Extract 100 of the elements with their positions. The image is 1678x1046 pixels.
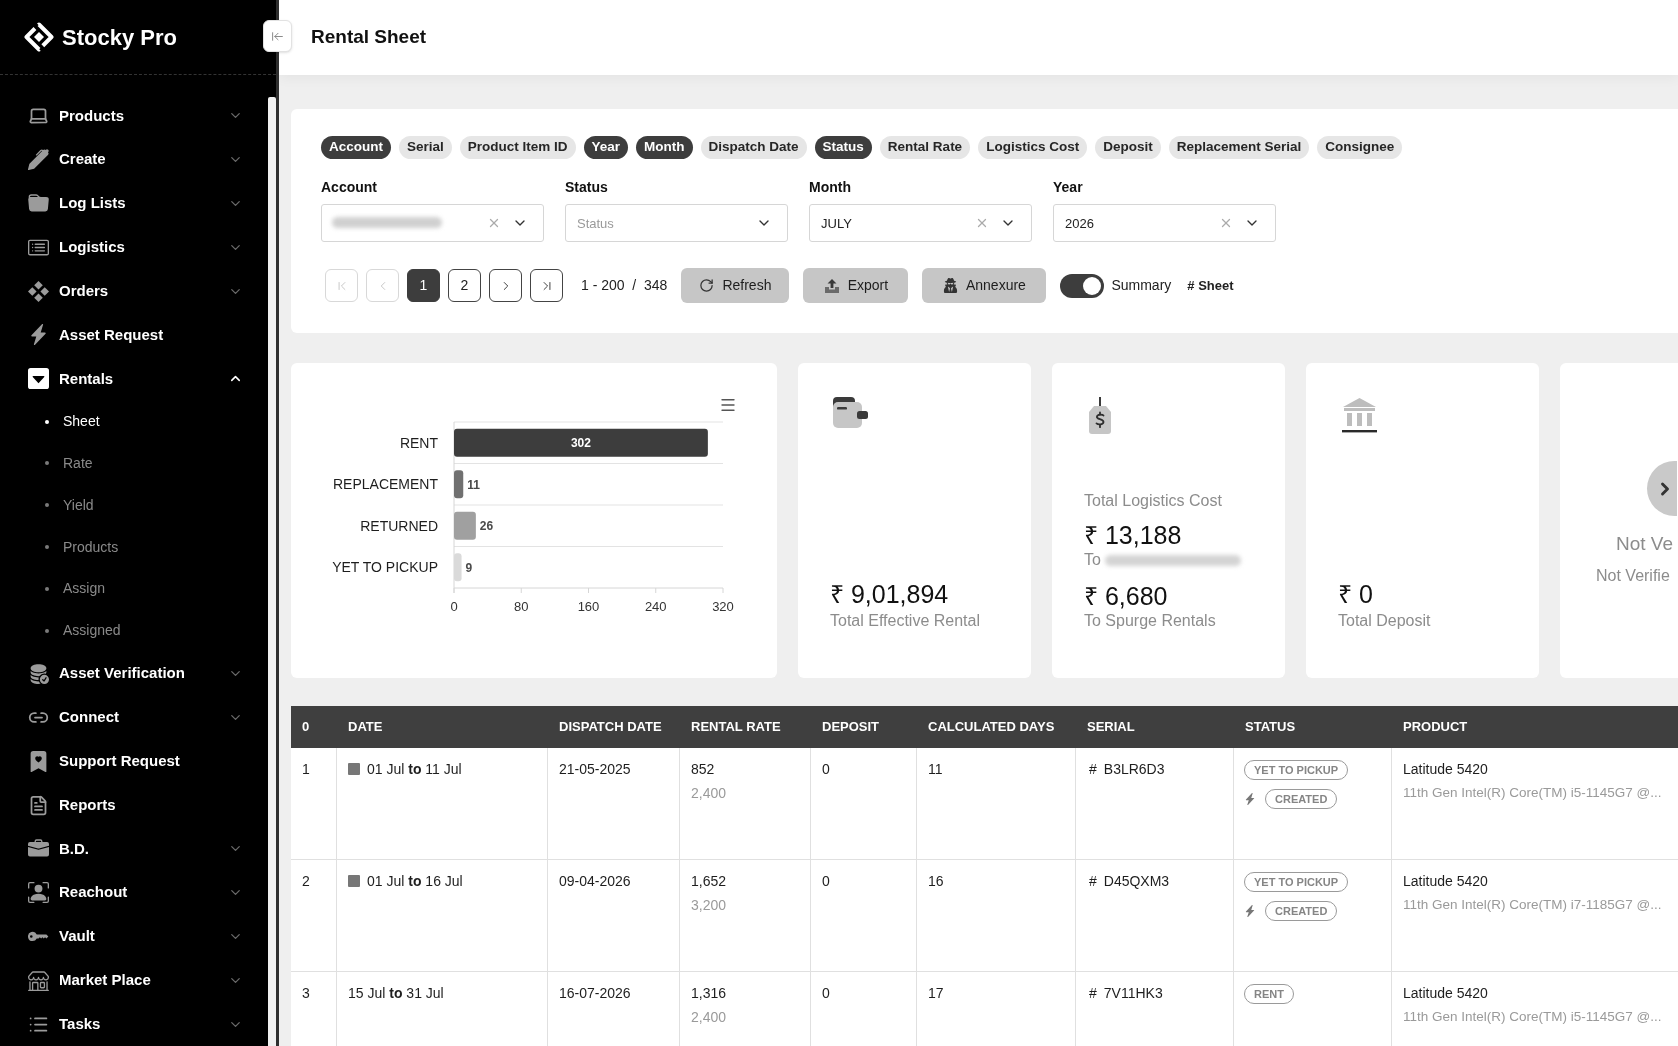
caption: Total Deposit [1338, 611, 1431, 631]
sidebar-item[interactable]: Asset Verification [0, 655, 268, 692]
sidebar-item[interactable]: Rentals [0, 360, 268, 397]
sidebar-subitem[interactable]: Assign [0, 572, 268, 606]
select-field[interactable]: Status [565, 204, 788, 242]
filter-chip[interactable]: Serial [399, 136, 452, 159]
sidebar-item[interactable]: B.D. [0, 830, 268, 867]
last-page-button[interactable] [530, 269, 563, 302]
deposit-amount: 0 [822, 760, 830, 778]
menu-icon[interactable] [719, 396, 737, 414]
field-label: Status [565, 179, 608, 196]
sidebar-subitem[interactable]: Assigned [0, 613, 268, 648]
serial-prefix: # [1089, 984, 1097, 1002]
sidebar-item[interactable]: Create [0, 141, 268, 178]
export-button[interactable]: Export [803, 268, 909, 303]
shop-icon [28, 969, 49, 991]
square-icon [348, 875, 360, 887]
column-header: 0 [291, 706, 337, 748]
bar [454, 511, 476, 540]
sidebar-item[interactable]: Products [0, 98, 268, 134]
brand-name: Stocky Pro [62, 23, 177, 52]
sidebar-item[interactable]: Log Lists [0, 185, 268, 222]
row-number: 1 [302, 760, 310, 778]
filter-chip[interactable]: Dispatch Date [700, 136, 807, 159]
rental-rate: 1,652 [691, 872, 727, 890]
bookmark-heart-icon [28, 750, 49, 772]
column-header: DEPOSIT [811, 706, 917, 748]
filter-chip[interactable]: Deposit [1095, 136, 1161, 159]
filter-chip[interactable]: Status [814, 136, 872, 159]
logo-icon [24, 22, 54, 52]
tick-label: 160 [577, 599, 600, 614]
date-range: 01 Jul to 16 Jul [367, 872, 463, 890]
sidebar-item[interactable]: Reachout [0, 874, 268, 911]
next-arrow-button[interactable] [1647, 461, 1677, 516]
row-number: 2 [302, 872, 310, 890]
summary-toggle[interactable] [1060, 273, 1105, 298]
day-count: 11 [928, 760, 943, 778]
scrollbar[interactable] [268, 97, 276, 1046]
dispatch-date: 09-04-2026 [559, 872, 631, 890]
category-label: RETURNED [360, 517, 438, 534]
sidebar-item[interactable]: Logistics [0, 229, 268, 266]
category-label: YET TO PICKUP [332, 559, 438, 576]
data-label: 302 [570, 436, 591, 451]
sidebar-item[interactable]: Market Place [0, 962, 268, 999]
select-field[interactable]: 2026 [1053, 204, 1276, 242]
sidebar-item[interactable]: Support Request [0, 743, 268, 780]
collapse-sidebar-button[interactable] [263, 20, 292, 52]
filter-chip[interactable]: Replacement Serial [1168, 136, 1310, 159]
pen-icon [28, 149, 49, 171]
refresh-button[interactable]: Refresh [681, 268, 790, 303]
next-page-button[interactable] [489, 269, 522, 302]
filter-chip[interactable]: Year [583, 136, 629, 159]
sidebar-subitem[interactable]: Sheet [0, 404, 268, 439]
column-header: DISPATCH DATE [548, 706, 680, 748]
deposit-amount: 0 [822, 872, 830, 890]
page-button[interactable]: 1 [407, 269, 440, 302]
product-name: Latitude 5420 [1403, 984, 1488, 1002]
page-button[interactable]: 2 [448, 269, 481, 302]
rental-rate: 852 [691, 760, 715, 778]
sidebar-subitem[interactable]: Yield [0, 488, 268, 523]
field-label: Month [809, 179, 851, 196]
day-count: 17 [928, 984, 944, 1002]
column-header: CALCULATED DAYS [917, 706, 1076, 748]
sidebar-item[interactable]: Orders [0, 273, 268, 310]
filter-chip[interactable]: Rental Rate [879, 136, 971, 159]
diamonds-icon [28, 280, 49, 302]
column-header: SERIAL [1076, 706, 1234, 748]
database-check-icon [28, 663, 49, 685]
sidebar-item[interactable]: Asset Request [0, 317, 268, 353]
page-range: 1 - 200 / 348 [581, 276, 668, 295]
sidebar-item[interactable]: Tasks [0, 1006, 268, 1042]
select-field[interactable]: JULY [809, 204, 1032, 242]
amount: ₹ 13,188 [1084, 520, 1182, 550]
date-range: 15 Jul to 31 Jul [348, 984, 444, 1002]
filter-chip[interactable]: Month [636, 136, 693, 159]
day-count: 16 [928, 872, 944, 890]
annexure-button[interactable]: Annexure [922, 268, 1047, 303]
filter-chip[interactable]: Product Item ID [459, 136, 576, 159]
sidebar-item[interactable]: Vault [0, 918, 268, 955]
filter-chip[interactable]: Logistics Cost [978, 136, 1088, 159]
filter-chip[interactable]: Consignee [1317, 136, 1403, 159]
sidebar-item[interactable]: Connect [0, 699, 268, 736]
sheet-label: # Sheet [1187, 276, 1234, 295]
sidebar-item[interactable]: Reports [0, 787, 268, 823]
product-name: Latitude 5420 [1403, 760, 1488, 778]
sidebar-subitem[interactable]: Products [0, 530, 268, 564]
serial-number: D45QXM3 [1103, 872, 1170, 890]
page-title: Rental Sheet [311, 25, 427, 50]
row-number: 3 [302, 984, 310, 1002]
product-spec: 11th Gen Intel(R) Core(TM) i5-1145G7 @... [1403, 784, 1662, 802]
filter-chip[interactable]: Account [321, 136, 391, 159]
price-tag-icon [1087, 397, 1113, 435]
tick-label: 80 [514, 599, 529, 614]
dispatch-date: 16-07-2026 [559, 984, 631, 1002]
sidebar-subitem[interactable]: Rate [0, 446, 268, 481]
tick-label: 320 [712, 599, 734, 614]
card-title: Not Ve [1615, 532, 1675, 556]
caption: Total Effective Rental [830, 611, 980, 631]
category-label: REPLACEMENT [332, 476, 438, 493]
caption: Not Verifie [1595, 566, 1671, 586]
